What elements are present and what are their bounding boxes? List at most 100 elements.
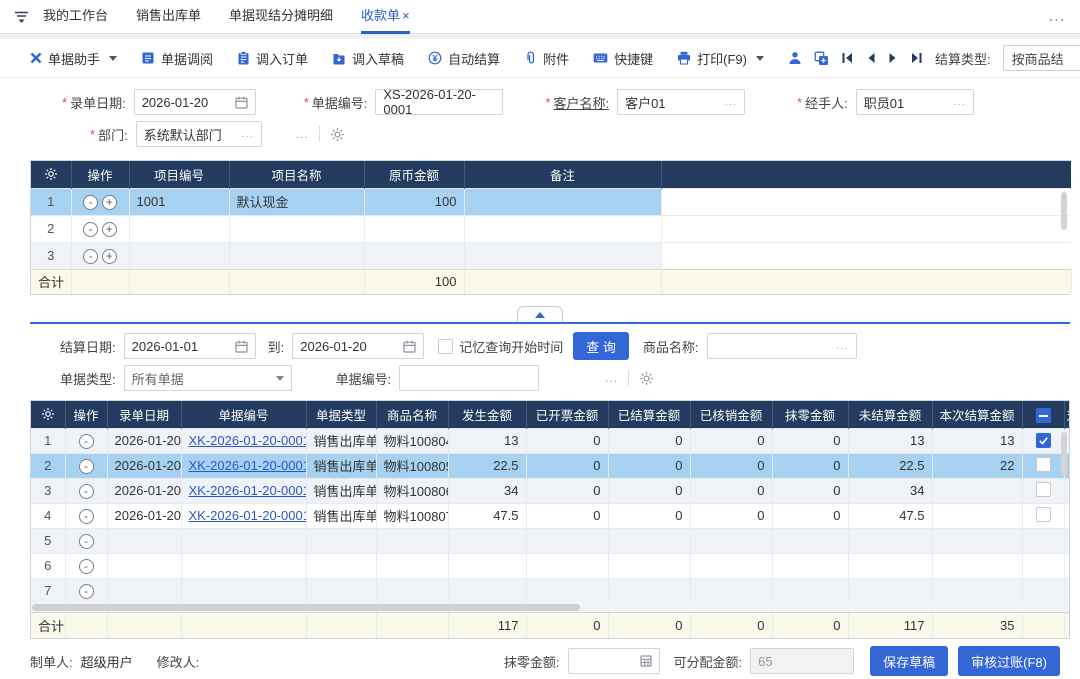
row-remove-icon[interactable]: - xyxy=(79,534,94,549)
total-amount: 117 xyxy=(448,613,526,638)
horizontal-scrollbar-thumb[interactable] xyxy=(32,604,580,611)
tab-list-icon[interactable] xyxy=(14,10,29,24)
more-filters-ellipsis[interactable]: ... xyxy=(605,371,618,385)
row-remove-icon[interactable]: - xyxy=(83,222,98,237)
calendar-icon[interactable] xyxy=(235,96,248,109)
row-add-icon[interactable]: + xyxy=(102,222,117,237)
select-all-checkbox[interactable] xyxy=(1036,408,1051,423)
settlement-total-row: 合计 117 0 0 0 0 117 35 xyxy=(31,613,1070,638)
row-checkbox[interactable] xyxy=(1036,507,1051,522)
vertical-scrollbar[interactable] xyxy=(1061,192,1067,230)
row-add-icon[interactable]: + xyxy=(102,249,117,264)
dept-input[interactable]: 系统默认部门... xyxy=(136,121,262,147)
remember-start-checkbox[interactable] xyxy=(438,339,453,354)
row-checkbox[interactable] xyxy=(1036,457,1051,472)
calculator-icon[interactable] xyxy=(640,655,652,667)
save-draft-button[interactable]: 保存草稿 xyxy=(870,646,948,676)
nav-next-icon[interactable] xyxy=(888,52,898,64)
more-fields-ellipsis[interactable]: ... xyxy=(296,127,309,141)
attachment-button[interactable]: 附件 xyxy=(524,49,569,68)
table-row[interactable]: 6 - xyxy=(31,553,1070,578)
tab-my-workbench[interactable]: 我的工作台 xyxy=(43,0,108,34)
tab-sales-outbound[interactable]: 销售出库单 xyxy=(136,0,201,34)
table-row[interactable]: 4 - 2026-01-20 XK-2026-01-20-0001 销售出库单 … xyxy=(31,503,1070,528)
total-this-settle: 35 xyxy=(932,613,1022,638)
collapse-handle[interactable] xyxy=(517,306,563,322)
tab-overflow-icon[interactable]: ... xyxy=(1049,9,1066,24)
row-remove-icon[interactable]: - xyxy=(79,484,94,499)
product-name-input[interactable]: ... xyxy=(707,333,857,359)
doc-review-button[interactable]: 单据调阅 xyxy=(141,49,213,68)
table-row[interactable]: 2 - + xyxy=(31,215,1071,242)
lookup-ellipsis-icon[interactable]: ... xyxy=(236,128,254,140)
calendar-icon[interactable] xyxy=(403,340,416,353)
document-icon xyxy=(141,51,155,65)
handler-input[interactable]: 职员01... xyxy=(856,89,974,115)
settle-type-select[interactable]: 按商品结 xyxy=(1003,45,1080,71)
nav-last-icon[interactable] xyxy=(910,52,923,64)
table-row-selected[interactable]: 2 - 2026-01-20 XK-2026-01-20-0001 销售出库单 … xyxy=(31,453,1070,478)
row-remove-icon[interactable]: - xyxy=(79,434,94,449)
nav-first-icon[interactable] xyxy=(841,52,854,64)
row-remove-icon[interactable]: - xyxy=(79,559,94,574)
row-remove-icon[interactable]: - xyxy=(83,249,98,264)
table-row[interactable]: 3 - 2026-01-20 XK-2026-01-20-0001 销售出库单 … xyxy=(31,478,1070,503)
calendar-icon[interactable] xyxy=(235,340,248,353)
settle-date-from-input[interactable]: 2026-01-01 xyxy=(124,333,256,359)
doc-no-link[interactable]: XK-2026-01-20-0001 xyxy=(189,508,307,523)
row-checkbox[interactable] xyxy=(1036,482,1051,497)
project-table: 操作 项目编号 项目名称 原币金额 备注 1 - + 1001 默认现金 100… xyxy=(30,160,1070,295)
collapse-arrow-icon xyxy=(535,312,545,318)
row-remove-icon[interactable]: - xyxy=(79,509,94,524)
table-row[interactable]: 1 - 2026-01-20 XK-2026-01-20-0001 销售出库单 … xyxy=(31,428,1070,453)
settlement-total: 合计 117 0 0 0 0 117 35 xyxy=(30,612,1070,639)
grid-settings-gear-icon[interactable] xyxy=(31,401,65,428)
table-row[interactable]: 3 - + xyxy=(31,242,1071,269)
record-date-input[interactable]: 2026-01-20 xyxy=(134,89,256,115)
doc-no-link[interactable]: XK-2026-01-20-0001 xyxy=(189,483,307,498)
horizontal-scrollbar[interactable] xyxy=(30,603,1070,612)
load-draft-button[interactable]: 调入草稿 xyxy=(332,49,404,68)
user-icon[interactable] xyxy=(788,51,802,65)
doc-no-link[interactable]: XK-2026-01-20-0001 xyxy=(189,458,307,473)
form-settings-gear-icon[interactable] xyxy=(330,127,345,142)
lookup-ellipsis-icon[interactable]: ... xyxy=(719,96,737,108)
copy-add-icon[interactable] xyxy=(814,51,829,66)
row-remove-icon[interactable]: - xyxy=(79,584,94,599)
total-unsettled: 117 xyxy=(848,613,932,638)
print-button[interactable]: 打印(F9) xyxy=(677,49,764,68)
query-button[interactable]: 查 询 xyxy=(573,332,629,360)
toolbar: 单据助手 单据调阅 调入订单 调入草稿 自动结算 附件 快捷键 打印(F9) 结… xyxy=(0,39,1080,77)
post-button[interactable]: 审核过账(F8) xyxy=(958,646,1060,676)
project-total-amount: 100 xyxy=(364,269,464,294)
filter-doc-no-input[interactable] xyxy=(399,365,539,391)
tab-close-icon[interactable]: × xyxy=(402,8,410,23)
settle-date-to-input[interactable]: 2026-01-20 xyxy=(292,333,424,359)
row-checkbox[interactable] xyxy=(1036,433,1051,448)
table-row[interactable]: 1 - + 1001 默认现金 100 xyxy=(31,188,1071,215)
doc-type-select[interactable]: 所有单据 xyxy=(124,365,292,391)
lookup-ellipsis-icon[interactable]: ... xyxy=(948,96,966,108)
row-add-icon[interactable]: + xyxy=(102,195,117,210)
lookup-ellipsis-icon[interactable]: ... xyxy=(830,340,848,352)
doc-assistant-button[interactable]: 单据助手 xyxy=(30,49,117,68)
doc-no-link[interactable]: XK-2026-01-20-0001 xyxy=(189,433,307,448)
hotkeys-button[interactable]: 快捷键 xyxy=(593,49,653,68)
filter-settings-gear-icon[interactable] xyxy=(639,371,654,386)
creator-label: 制单人: xyxy=(30,652,73,671)
nav-prev-icon[interactable] xyxy=(866,52,876,64)
row-remove-icon[interactable]: - xyxy=(83,195,98,210)
doc-no-label: 单据编号: xyxy=(312,93,368,112)
grid-settings-gear-icon[interactable] xyxy=(31,161,71,188)
load-order-button[interactable]: 调入订单 xyxy=(237,49,308,68)
customer-input[interactable]: 客户01... xyxy=(617,89,745,115)
table-row[interactable]: 5 - xyxy=(31,528,1070,553)
customer-label[interactable]: 客户名称: xyxy=(553,93,609,112)
row-remove-icon[interactable]: - xyxy=(79,459,94,474)
table-row[interactable]: 7 - xyxy=(31,578,1070,603)
vertical-scrollbar[interactable] xyxy=(1061,432,1067,476)
tab-receipt-active[interactable]: 收款单× xyxy=(361,0,410,34)
doc-no-input[interactable]: XS-2026-01-20-0001 xyxy=(375,89,503,115)
tab-cash-settlement-detail[interactable]: 单据现结分摊明细 xyxy=(229,0,333,34)
auto-settle-button[interactable]: 自动结算 xyxy=(428,49,500,68)
